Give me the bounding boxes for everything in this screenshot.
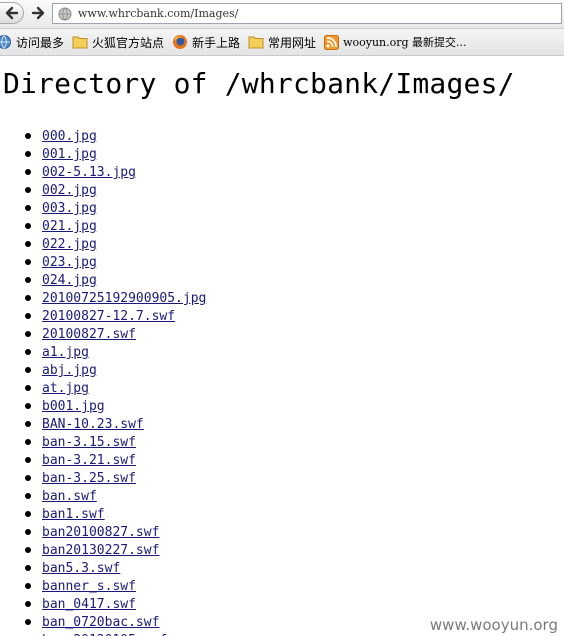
list-item: 20100827.swf [0,324,564,342]
file-link[interactable]: 20100827.swf [42,327,136,342]
list-item: 001.jpg [0,144,564,162]
list-item: 002.jpg [0,180,564,198]
folder-icon [72,36,88,49]
list-item: ban-3.15.swf [0,432,564,450]
list-item: ban.swf [0,486,564,504]
file-link[interactable]: 000.jpg [42,129,97,144]
file-link[interactable]: ban20100827.swf [42,525,159,540]
navigation-bar: www.whrcbank.com/Images/ [0,0,564,29]
list-item: 023.jpg [0,252,564,270]
file-link[interactable]: ban_0417.swf [42,597,136,612]
page-content: Directory of /whrcbank/Images/ 000.jpg 00… [0,56,564,636]
list-item: 20100725192900905.jpg [0,288,564,306]
file-link[interactable]: ban5.3.swf [42,561,120,576]
bookmark-firefox-official[interactable]: 火狐官方站点 [72,34,164,51]
bookmarks-toolbar: 访问最多 火狐官方站点 新手上路 常用网址 wooyun.org 最新提交... [0,29,564,56]
page-title: Directory of /whrcbank/Images/ [3,67,515,100]
forward-arrow-icon [31,6,45,20]
file-link[interactable]: 022.jpg [42,237,97,252]
list-item: ban20130227.swf [0,540,564,558]
file-link[interactable]: 023.jpg [42,255,97,270]
file-link[interactable]: 20100827-12.7.swf [42,309,175,324]
list-item: banner_s.swf [0,576,564,594]
file-link[interactable]: ban20130227.swf [42,543,159,558]
file-link[interactable]: 021.jpg [42,219,97,234]
list-item: 20100827-12.7.swf [0,306,564,324]
file-link[interactable]: at.jpg [42,381,89,396]
list-item: BAN-10.23.swf [0,414,564,432]
globe-icon [0,35,11,49]
file-link[interactable]: ban.swf [42,489,97,504]
list-item: 002-5.13.jpg [0,162,564,180]
file-link[interactable]: 002.jpg [42,183,97,198]
bookmark-label: 火狐官方站点 [92,35,165,50]
list-item: 021.jpg [0,216,564,234]
file-link[interactable]: 003.jpg [42,201,97,216]
file-link[interactable]: 001.jpg [42,147,97,162]
forward-button[interactable] [28,3,48,23]
address-bar[interactable]: www.whrcbank.com/Images/ [52,3,562,24]
firefox-icon [173,35,188,49]
file-link[interactable]: a1.jpg [42,345,89,360]
file-link[interactable]: ban-3.25.swf [42,471,136,486]
bookmark-label: 常用网址 [268,35,317,50]
list-item: 024.jpg [0,270,564,288]
file-link[interactable]: 002-5.13.jpg [42,165,136,180]
file-link[interactable]: ban_0720bac.swf [42,615,159,630]
file-link[interactable]: 20100725192900905.jpg [42,291,206,306]
rss-icon [324,34,340,50]
list-item: ban-3.21.swf [0,450,564,468]
url-text: www.whrcbank.com/Images/ [78,7,239,20]
list-item: ban5.3.swf [0,558,564,576]
site-identity-icon[interactable] [58,7,72,21]
file-link[interactable]: ban-3.15.swf [42,435,136,450]
list-item: ban20100827.swf [0,522,564,540]
file-link[interactable]: ban1.swf [42,507,105,522]
bookmark-label: wooyun.org 最新提交... [343,36,467,49]
file-link[interactable]: ban-3.21.swf [42,453,136,468]
bookmark-wooyun-feed[interactable]: wooyun.org 最新提交... [324,34,467,50]
list-item: abj.jpg [0,360,564,378]
watermark: www.wooyun.org [427,616,560,634]
list-item: b001.jpg [0,396,564,414]
list-item: 003.jpg [0,198,564,216]
list-item: ban1.swf [0,504,564,522]
bookmark-most-visited[interactable]: 访问最多 [0,34,64,51]
file-list: 000.jpg 001.jpg 002-5.13.jpg 002.jpg 003.jpg… [0,126,564,636]
folder-icon [248,36,264,49]
list-item: at.jpg [0,378,564,396]
bookmark-getting-started[interactable]: 新手上路 [172,34,240,51]
list-item: ban-3.25.swf [0,468,564,486]
browser-window: www.whrcbank.com/Images/ 访问最多 火狐官方站点 新手上… [0,0,564,636]
back-button[interactable] [0,2,24,24]
file-link[interactable]: BAN-10.23.swf [42,417,144,432]
list-item: ban_0417.swf [0,594,564,612]
bookmark-common-sites[interactable]: 常用网址 [248,34,316,51]
list-item: 000.jpg [0,126,564,144]
file-link[interactable]: b001.jpg [42,399,105,414]
list-item: 022.jpg [0,234,564,252]
file-link[interactable]: 024.jpg [42,273,97,288]
file-link[interactable]: banner_s.swf [42,579,136,594]
bookmark-label: 访问最多 [16,35,65,50]
back-arrow-icon [5,6,18,20]
file-link[interactable]: abj.jpg [42,363,97,378]
bookmark-label: 新手上路 [192,35,241,50]
list-item: a1.jpg [0,342,564,360]
